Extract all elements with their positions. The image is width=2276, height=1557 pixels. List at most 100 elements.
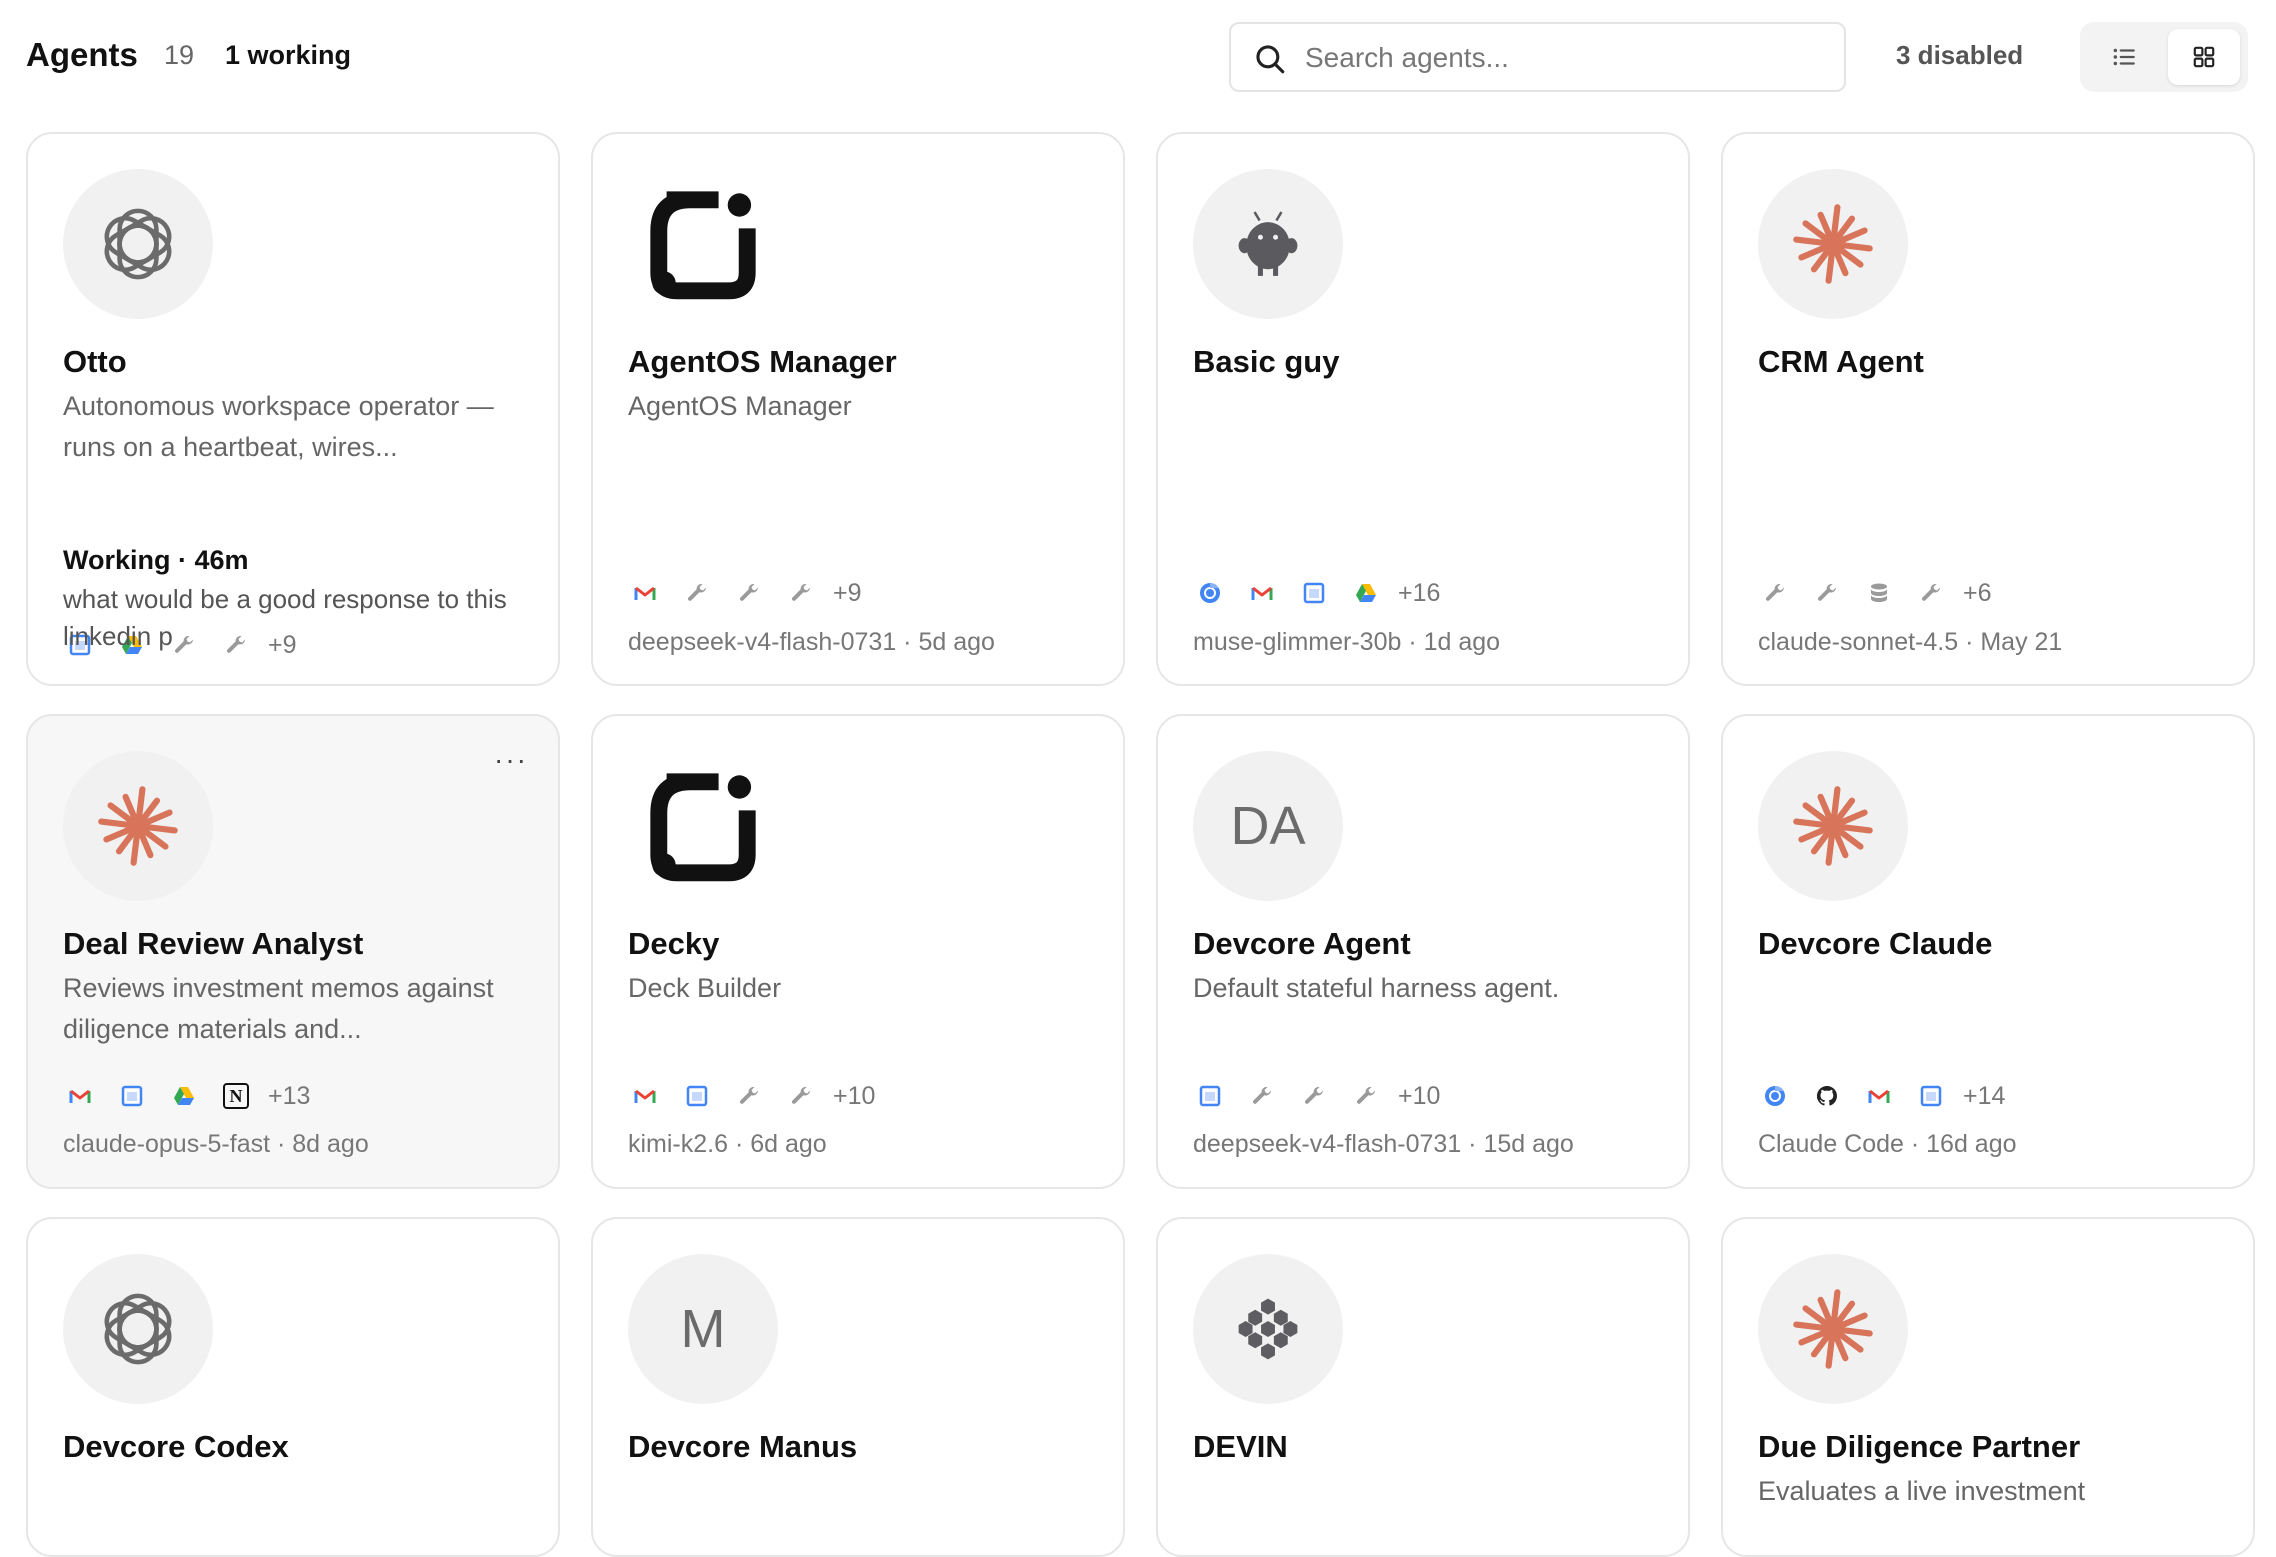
- openai-icon: [92, 1283, 184, 1375]
- more-tools-count: +6: [1963, 578, 1992, 607]
- agent-model-meta: deepseek-v4-flash-0731 · 15d ago: [1193, 1130, 1574, 1158]
- agent-name: Otto: [63, 344, 127, 379]
- agent-card[interactable]: Basic guy +16 muse-glimmer-30b · 1d ago: [1156, 132, 1690, 686]
- agentos-logo-icon: [638, 761, 768, 891]
- agent-avatar: [63, 751, 213, 901]
- page-title: Agents: [26, 36, 138, 73]
- wrench-icon: [1288, 1078, 1340, 1114]
- agent-avatar: [1193, 1254, 1343, 1404]
- agent-name: CRM Agent: [1758, 344, 1924, 379]
- more-tools-count: +10: [833, 1081, 876, 1110]
- agent-tools: +10: [1184, 1078, 1440, 1114]
- wrench-icon: [775, 575, 827, 611]
- wrench-icon: [671, 575, 723, 611]
- agent-card[interactable]: DEVIN: [1156, 1217, 1690, 1557]
- agent-name: Due Diligence Partner: [1758, 1429, 2081, 1464]
- github-icon: [1801, 1078, 1853, 1114]
- calendar-icon: [1905, 1078, 1957, 1114]
- agent-avatar: [1758, 751, 1908, 901]
- agent-description: Evaluates a live investment: [1758, 1476, 2086, 1506]
- agent-card[interactable]: Otto Autonomous workspace operator — runs…: [26, 132, 560, 686]
- agent-name: Devcore Manus: [628, 1429, 858, 1464]
- agent-model-meta: muse-glimmer-30b · 1d ago: [1193, 628, 1501, 656]
- agent-card[interactable]: Devcore Codex: [26, 1217, 560, 1557]
- search-box[interactable]: [1229, 22, 1846, 92]
- more-options-button[interactable]: ···: [494, 744, 528, 776]
- calendar-icon: [106, 1078, 158, 1114]
- agent-name: Deal Review Analyst: [63, 926, 364, 961]
- agent-description: AgentOS Manager: [628, 391, 852, 421]
- agent-card[interactable]: Decky Deck Builder +10 kimi-k2.6 · 6d ago: [591, 714, 1125, 1189]
- devin-icon: [1228, 1289, 1308, 1369]
- agent-model-meta: kimi-k2.6 · 6d ago: [628, 1130, 827, 1158]
- agent-name: Devcore Claude: [1758, 926, 1993, 961]
- disabled-filter-button[interactable]: 3 disabled: [1896, 40, 2023, 71]
- agent-tools: +16: [1184, 575, 1440, 611]
- agent-avatar: [1758, 1254, 1908, 1404]
- agent-card[interactable]: DA Devcore Agent Default stateful harness …: [1156, 714, 1690, 1189]
- avatar-initials: DA: [1230, 796, 1306, 856]
- agent-card[interactable]: ··· Deal Review Analyst Reviews investment…: [26, 714, 560, 1189]
- wrench-icon: [775, 1078, 827, 1114]
- claude-icon: [1789, 200, 1877, 288]
- gmail-icon: [619, 575, 671, 611]
- agent-card[interactable]: M Devcore Manus: [591, 1217, 1125, 1557]
- agent-name: Basic guy: [1193, 344, 1340, 379]
- more-tools-count: +9: [833, 578, 862, 607]
- agent-avatar: [63, 169, 213, 319]
- gmail-icon: [1853, 1078, 1905, 1114]
- search-input[interactable]: [1305, 36, 1825, 80]
- page-header: Agents 19 1 working 3 disabled: [0, 0, 2276, 116]
- more-tools-count: +14: [1963, 1081, 2006, 1110]
- agent-description: Deck Builder: [628, 973, 782, 1003]
- wrench-icon: [1905, 575, 1957, 611]
- list-icon: [2113, 48, 2135, 66]
- agent-avatar: M: [628, 1254, 778, 1404]
- chrome-icon: [1184, 575, 1236, 611]
- agent-model-meta: claude-opus-5-fast · 8d ago: [63, 1130, 369, 1158]
- more-tools-count: +10: [1398, 1081, 1441, 1110]
- gmail-icon: [54, 1078, 106, 1114]
- drive-icon: [158, 1078, 210, 1114]
- agent-tools: +10: [619, 1078, 875, 1114]
- agent-tools: N +13: [54, 1078, 310, 1114]
- agent-count: 19: [164, 40, 195, 70]
- gmail-icon: [619, 1078, 671, 1114]
- database-icon: [1853, 575, 1905, 611]
- wrench-icon: [723, 575, 775, 611]
- working-count[interactable]: 1 working: [225, 40, 351, 71]
- agent-status: Working · 46m: [63, 545, 249, 575]
- agent-name: DEVIN: [1193, 1429, 1288, 1464]
- wrench-icon: [1340, 1078, 1392, 1114]
- more-tools-count: +16: [1398, 578, 1441, 607]
- agent-tools: +9: [619, 575, 862, 611]
- agent-description: Autonomous workspace operator — runs on …: [63, 391, 494, 462]
- calendar-icon: [1288, 575, 1340, 611]
- list-view-button[interactable]: [2088, 29, 2160, 85]
- gmail-icon: [1236, 575, 1288, 611]
- grid-icon: [2193, 46, 2215, 68]
- drive-icon: [1340, 575, 1392, 611]
- openai-icon: [92, 198, 184, 290]
- robot-icon: [1226, 202, 1310, 286]
- agent-name: AgentOS Manager: [628, 344, 897, 379]
- agent-avatar: [1758, 169, 1908, 319]
- agent-name: Devcore Agent: [1193, 926, 1411, 961]
- agent-card[interactable]: Due Diligence Partner Evaluates a live in…: [1721, 1217, 2255, 1557]
- agent-card[interactable]: AgentOS Manager AgentOS Manager +9 deepseek…: [591, 132, 1125, 686]
- agent-name: Devcore Codex: [63, 1429, 289, 1464]
- agent-avatar: [1193, 169, 1343, 319]
- last-message: what would be a good response to this li…: [63, 584, 507, 651]
- wrench-icon: [723, 1078, 775, 1114]
- search-icon: [1256, 45, 1285, 74]
- calendar-icon: [671, 1078, 723, 1114]
- agent-avatar: [628, 751, 778, 901]
- notion-icon: N: [210, 1078, 262, 1114]
- agent-card[interactable]: CRM Agent +6 claude-sonnet-4.5 · May 21: [1721, 132, 2255, 686]
- wrench-icon: [1801, 575, 1853, 611]
- grid-view-button[interactable]: [2168, 29, 2240, 85]
- wrench-icon: [1236, 1078, 1288, 1114]
- wrench-icon: [1749, 575, 1801, 611]
- agent-card[interactable]: Devcore Claude +14 Claude Code · 16d ago: [1721, 714, 2255, 1189]
- chrome-icon: [1749, 1078, 1801, 1114]
